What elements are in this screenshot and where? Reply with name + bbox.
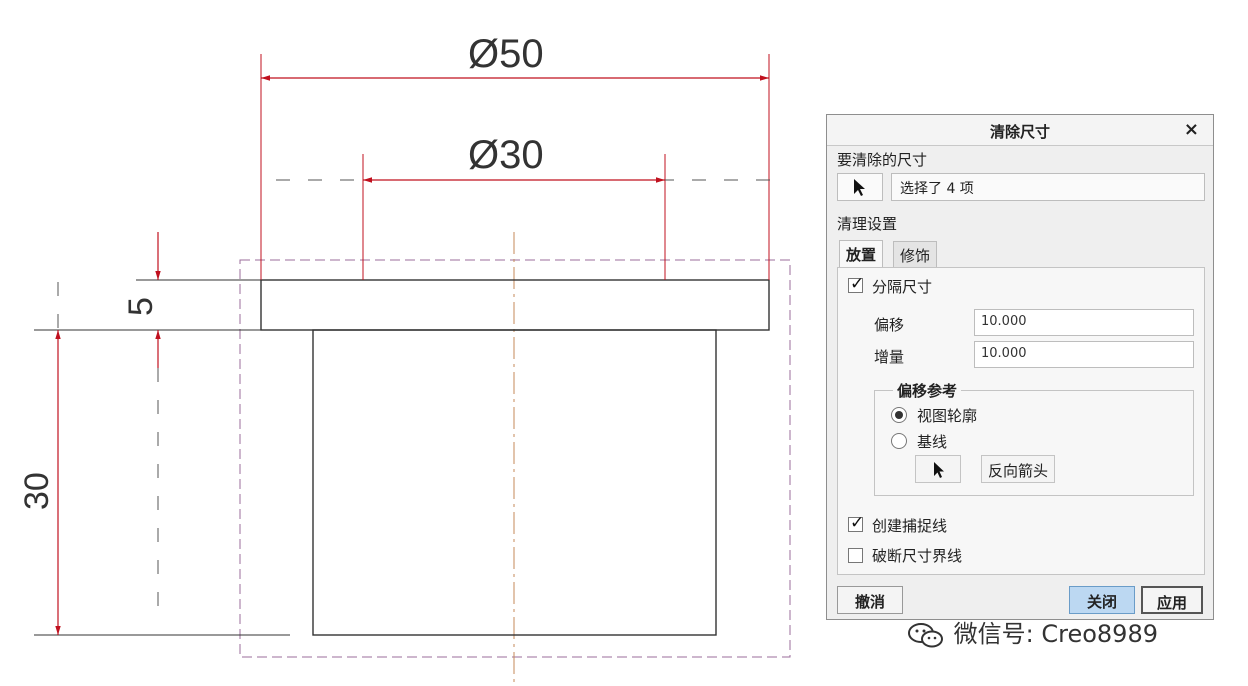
dim-text-dia30: Ø30	[468, 133, 544, 177]
offset-reference-title: 偏移参考	[893, 380, 962, 401]
offset-input[interactable]: 10.000	[974, 309, 1194, 336]
selection-field[interactable]: 选择了 4 项	[891, 173, 1205, 201]
settings-label: 清理设置	[837, 215, 898, 233]
apply-button[interactable]: 应用	[1141, 586, 1203, 614]
dialog-title: 清除尺寸	[989, 123, 1050, 141]
offset-reference-group: 偏移参考 视图轮廓 基线 反向箭头	[874, 380, 1194, 496]
check-icon: ✓	[850, 274, 865, 294]
view-outline-label: 视图轮廓	[917, 407, 978, 425]
flip-arrow-button[interactable]: 反向箭头	[981, 455, 1056, 483]
baseline-select-button[interactable]	[915, 455, 961, 483]
tab-cosmetic[interactable]: 修饰	[893, 241, 938, 267]
clean-dimensions-dialog: 清除尺寸 × 要清除的尺寸 选择了 4 项 清理设置 放置 修饰 ✓ 分隔尺寸 …	[826, 114, 1214, 620]
increment-label: 增量	[874, 348, 905, 366]
radio-baseline[interactable]	[891, 433, 907, 449]
radio-selected-dot	[895, 411, 903, 419]
break-witness-lines-label: 破断尺寸界线	[872, 547, 963, 565]
wechat-icon	[908, 623, 943, 648]
tab-placement[interactable]: 放置	[839, 240, 884, 268]
close-button[interactable]: 关闭	[1069, 586, 1135, 614]
close-icon[interactable]: ×	[1184, 119, 1199, 140]
dims-to-clean-label: 要清除的尺寸	[837, 151, 928, 169]
placement-panel: ✓ 分隔尺寸 偏移 10.000 增量 10.000 偏移参考 视图轮廓 基线 …	[837, 267, 1205, 575]
check-icon: ✓	[850, 513, 865, 533]
dim-text-dia50: Ø50	[468, 32, 544, 76]
baseline-label: 基线	[917, 433, 948, 451]
dim-text-5: 5	[122, 297, 160, 316]
view-boundary-box	[239, 259, 791, 658]
separate-dims-checkbox[interactable]: ✓	[848, 274, 864, 294]
watermark-text: 微信号: Creo8989	[953, 620, 1158, 648]
cursor-arrow-icon	[934, 462, 944, 478]
break-witness-lines-checkbox[interactable]	[848, 548, 863, 563]
flange-outline	[260, 279, 770, 331]
watermark: 微信号: Creo8989	[906, 614, 1158, 648]
increment-input[interactable]: 10.000	[974, 341, 1194, 368]
create-snap-lines-checkbox[interactable]: ✓	[848, 513, 864, 533]
radio-view-outline[interactable]	[891, 407, 907, 423]
separate-dims-label: 分隔尺寸	[872, 278, 933, 296]
dialog-titlebar[interactable]: 清除尺寸 ×	[827, 115, 1213, 146]
create-snap-lines-label: 创建捕捉线	[872, 517, 948, 535]
cursor-arrow-icon	[854, 179, 865, 196]
dim-text-30: 30	[18, 472, 56, 510]
select-dimensions-button[interactable]	[837, 173, 883, 201]
offset-label: 偏移	[874, 316, 905, 334]
cancel-button[interactable]: 撤消	[837, 586, 903, 614]
